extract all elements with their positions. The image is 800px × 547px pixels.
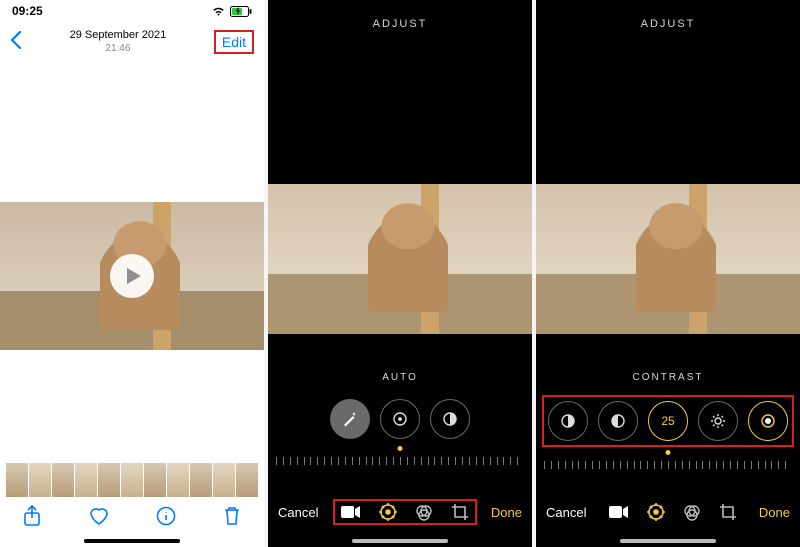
dial-exposure[interactable]	[380, 399, 420, 439]
video-tab[interactable]	[341, 505, 361, 519]
slider-marker	[398, 446, 403, 451]
info-button[interactable]	[156, 506, 176, 531]
bottom-toolbar	[0, 503, 264, 533]
adjustment-slider[interactable]	[544, 453, 792, 469]
filmstrip-thumb[interactable]	[52, 463, 74, 497]
filmstrip-thumb[interactable]	[190, 463, 212, 497]
cancel-button[interactable]: Cancel	[278, 505, 318, 520]
video-tab[interactable]	[609, 505, 629, 519]
exposure-icon	[391, 410, 409, 428]
dial-black-point[interactable]	[748, 401, 788, 441]
adjustment-slider[interactable]	[276, 449, 524, 465]
crop-tab[interactable]	[719, 503, 737, 521]
video-icon	[341, 505, 361, 519]
video-preview[interactable]	[536, 184, 800, 334]
adjustment-label: CONTRAST	[536, 372, 800, 383]
trash-icon	[223, 505, 241, 527]
crop-tab[interactable]	[451, 503, 469, 521]
video-icon	[609, 505, 629, 519]
adjust-dial-icon	[379, 503, 397, 521]
share-icon	[23, 505, 41, 527]
play-button[interactable]	[110, 254, 154, 298]
status-icons	[211, 6, 252, 17]
screen-adjust-contrast: ADJUST CONTRAST 25	[536, 0, 800, 547]
half-circle-icon	[441, 410, 459, 428]
dial-brilliance[interactable]	[430, 399, 470, 439]
delete-button[interactable]	[223, 505, 241, 532]
filmstrip[interactable]	[6, 463, 258, 497]
home-indicator[interactable]	[352, 539, 448, 543]
edit-mode-tools	[333, 499, 477, 525]
dial-highlights[interactable]	[598, 401, 638, 441]
video-preview[interactable]	[0, 202, 264, 350]
cat-subject	[636, 202, 716, 312]
photo-time: 21:46	[70, 43, 167, 55]
filmstrip-thumb[interactable]	[75, 463, 97, 497]
adjust-tab[interactable]	[379, 503, 397, 521]
filters-tab[interactable]	[415, 503, 433, 521]
filmstrip-thumb[interactable]	[6, 463, 28, 497]
heart-icon	[88, 506, 110, 526]
edit-bottom-bar: Cancel Done	[268, 495, 532, 529]
screen-adjust-auto: ADJUST AUTO Cancel	[268, 0, 532, 547]
adjustment-dials[interactable]	[274, 395, 526, 443]
half-dark-icon	[609, 412, 627, 430]
crop-icon	[451, 503, 469, 521]
home-indicator[interactable]	[84, 539, 180, 543]
filmstrip-thumb[interactable]	[29, 463, 51, 497]
favorite-button[interactable]	[88, 506, 110, 531]
filmstrip-thumb[interactable]	[167, 463, 189, 497]
dial-auto[interactable]	[330, 399, 370, 439]
adjust-tab[interactable]	[647, 503, 665, 521]
back-button[interactable]	[10, 29, 22, 55]
wifi-icon	[211, 6, 226, 17]
half-circle-icon	[559, 412, 577, 430]
battery-icon	[230, 6, 252, 17]
filters-icon	[683, 503, 701, 521]
photo-date: 29 September 2021	[70, 29, 167, 42]
adjust-header: ADJUST	[536, 0, 800, 34]
edit-mode-tools	[603, 501, 743, 523]
slider-marker	[666, 450, 671, 455]
home-indicator[interactable]	[620, 539, 716, 543]
cat-subject	[368, 202, 448, 312]
video-preview[interactable]	[268, 184, 532, 334]
edit-bottom-bar: Cancel Done	[536, 495, 800, 529]
filters-tab[interactable]	[683, 503, 701, 521]
filmstrip-thumb[interactable]	[144, 463, 166, 497]
status-bar: 09:25	[0, 0, 264, 22]
filmstrip-thumb[interactable]	[98, 463, 120, 497]
done-button[interactable]: Done	[491, 505, 522, 520]
filmstrip-thumb[interactable]	[121, 463, 143, 497]
contrast-value: 25	[661, 414, 674, 428]
cancel-button[interactable]: Cancel	[546, 505, 586, 520]
adjustment-dials[interactable]: 25	[542, 395, 794, 447]
play-icon	[126, 267, 142, 285]
black-point-icon	[759, 412, 777, 430]
nav-bar: 29 September 2021 21:46 Edit	[0, 22, 264, 62]
dial-contrast[interactable]: 25	[648, 401, 688, 441]
adjustment-label: AUTO	[268, 372, 532, 383]
adjust-dial-icon	[647, 503, 665, 521]
dial-brilliance[interactable]	[548, 401, 588, 441]
filmstrip-thumb[interactable]	[236, 463, 258, 497]
brightness-icon	[709, 412, 727, 430]
filters-icon	[415, 503, 433, 521]
info-icon	[156, 506, 176, 526]
wand-icon	[341, 410, 359, 428]
share-button[interactable]	[23, 505, 41, 532]
chevron-left-icon	[10, 31, 22, 49]
adjust-header: ADJUST	[268, 0, 532, 34]
photo-title: 29 September 2021 21:46	[70, 29, 167, 54]
filmstrip-thumb[interactable]	[213, 463, 235, 497]
status-time: 09:25	[12, 4, 43, 18]
done-button[interactable]: Done	[759, 505, 790, 520]
dial-brightness[interactable]	[698, 401, 738, 441]
screen-photo-view: 09:25 29 September 2021 21:46 Edit	[0, 0, 264, 547]
edit-button[interactable]: Edit	[214, 30, 254, 54]
crop-icon	[719, 503, 737, 521]
